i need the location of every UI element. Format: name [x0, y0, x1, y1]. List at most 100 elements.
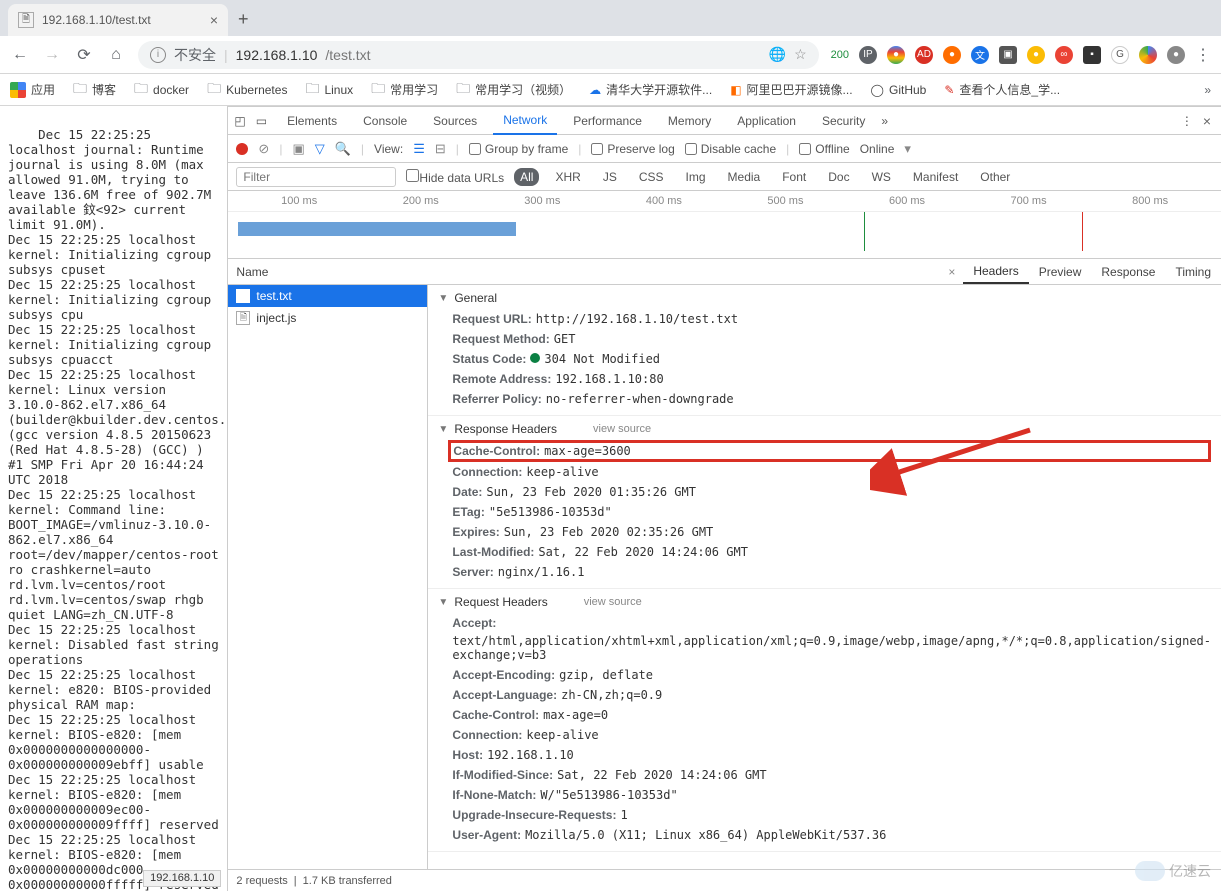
translate-icon[interactable]: 🌐 [769, 46, 786, 63]
clear-button[interactable]: ⊘ [258, 141, 269, 157]
star-icon[interactable]: ☆ [794, 46, 807, 63]
tab-network[interactable]: Network [493, 107, 557, 135]
record-button[interactable] [236, 143, 248, 155]
tab-console[interactable]: Console [353, 108, 417, 134]
filter-ws[interactable]: WS [866, 168, 897, 186]
hide-data-urls-checkbox[interactable]: Hide data URLs [406, 169, 504, 185]
filter-input[interactable] [236, 167, 396, 187]
overflow-icon[interactable]: » [1204, 83, 1211, 97]
filter-other[interactable]: Other [974, 168, 1016, 186]
ext-icon[interactable]: ● [943, 46, 961, 64]
filter-all[interactable]: All [514, 168, 539, 186]
bookmark-item[interactable]: 🗀博客 [73, 78, 116, 102]
ext-icon[interactable]: ● [1167, 46, 1185, 64]
network-timeline[interactable]: 100 ms 200 ms 300 ms 400 ms 500 ms 600 m… [228, 191, 1221, 259]
home-button[interactable]: ⌂ [106, 46, 126, 64]
extensions: 200 IP ● AD ● 文 ▣ ● ∞ ▪ G ● ⋮ [831, 45, 1211, 65]
bookmark-item[interactable]: ☁清华大学开源软件... [589, 81, 712, 98]
preserve-log-checkbox[interactable]: Preserve log [591, 142, 674, 156]
request-row-testtxt[interactable]: 🗎 test.txt [228, 285, 427, 307]
ext-icon[interactable]: AD [915, 46, 933, 64]
tab-elements[interactable]: Elements [277, 108, 347, 134]
filter-font[interactable]: Font [776, 168, 812, 186]
bookmark-item[interactable]: ◧阿里巴巴开源镜像... [730, 81, 852, 98]
menu-icon[interactable]: ⋮ [1195, 45, 1211, 65]
ext-icon[interactable] [1139, 46, 1157, 64]
devtools-header: ◰ ▭ Elements Console Sources Network Per… [228, 107, 1221, 135]
close-devtools-button[interactable]: × [1199, 113, 1215, 129]
inspect-icon[interactable]: ◰ [234, 114, 245, 128]
device-icon[interactable]: ▭ [256, 114, 267, 128]
request-headers-header[interactable]: ▼Request Headersview source [438, 595, 1211, 609]
page-icon: 🗎 [18, 12, 34, 28]
filter-manifest[interactable]: Manifest [907, 168, 964, 186]
filter-css[interactable]: CSS [633, 168, 670, 186]
chevron-down-icon[interactable]: ▾ [904, 141, 911, 157]
filter-icon[interactable]: ▽ [315, 141, 325, 157]
view-source-link[interactable]: view source [584, 596, 642, 608]
offline-checkbox[interactable]: Offline [799, 142, 849, 156]
ext-icon[interactable]: 文 [971, 46, 989, 64]
search-icon[interactable]: 🔍 [335, 141, 351, 157]
tab-memory[interactable]: Memory [658, 108, 721, 134]
filter-js[interactable]: JS [597, 168, 623, 186]
close-icon[interactable]: × [210, 12, 218, 28]
settings-icon[interactable]: ⋮ [1181, 114, 1193, 128]
info-icon[interactable]: i [150, 47, 166, 63]
apps-button[interactable]: 应用 [10, 81, 55, 98]
security-warn: 不安全 [174, 45, 216, 65]
request-row-injectjs[interactable]: 🗎 inject.js [228, 307, 427, 329]
bookmark-item[interactable]: 🗀Linux [305, 78, 353, 102]
view-source-link[interactable]: view source [593, 423, 651, 435]
headers-tab[interactable]: Headers [963, 260, 1028, 284]
bookmark-item[interactable]: 🗀常用学习 [371, 78, 438, 102]
bookmark-item[interactable]: ◯GitHub [871, 83, 927, 97]
screenshot-icon[interactable]: ▣ [292, 141, 304, 157]
filter-doc[interactable]: Doc [822, 168, 855, 186]
filter-xhr[interactable]: XHR [549, 168, 586, 186]
browser-tab[interactable]: 🗎 192.168.1.10/test.txt × [8, 4, 228, 36]
cache-control-highlight: Cache-Control:max-age=3600 [448, 440, 1211, 462]
response-tab[interactable]: Response [1091, 261, 1165, 283]
response-headers-header[interactable]: ▼Response Headersview source [438, 422, 1211, 436]
filter-media[interactable]: Media [722, 168, 767, 186]
new-tab-button[interactable]: + [238, 9, 249, 30]
ext-icon[interactable]: ▣ [999, 46, 1017, 64]
timing-tab[interactable]: Timing [1165, 261, 1221, 283]
address-field[interactable]: i 不安全 | 192.168.1.10/test.txt 🌐 ☆ [138, 41, 819, 69]
ext-icon[interactable]: ∞ [1055, 46, 1073, 64]
bookmark-item[interactable]: 🗀Kubernetes [207, 78, 287, 102]
filter-bar: Hide data URLs All XHR JS CSS Img Media … [228, 163, 1221, 191]
bookmarks-bar: 应用 🗀博客 🗀docker 🗀Kubernetes 🗀Linux 🗀常用学习 … [0, 74, 1221, 106]
ext-icon[interactable]: ● [887, 46, 905, 64]
back-button[interactable]: ← [10, 46, 30, 64]
tab-security[interactable]: Security [812, 108, 875, 134]
ext-icon[interactable]: ● [1027, 46, 1045, 64]
reload-button[interactable]: ⟳ [74, 45, 94, 65]
request-list: 🗎 test.txt 🗎 inject.js [228, 285, 428, 869]
name-header[interactable]: Name [228, 265, 428, 279]
general-section-header[interactable]: ▼General [438, 291, 1211, 305]
ext-icon[interactable]: ▪ [1083, 46, 1101, 64]
group-by-frame-checkbox[interactable]: Group by frame [469, 142, 568, 156]
ext-icon[interactable]: IP [859, 46, 877, 64]
more-tabs-icon[interactable]: » [881, 114, 888, 128]
view-label: View: [374, 142, 403, 156]
bookmark-item[interactable]: 🗀docker [134, 78, 189, 102]
ext-icon[interactable]: G [1111, 46, 1129, 64]
ext-badge[interactable]: 200 [831, 49, 849, 61]
tab-sources[interactable]: Sources [423, 108, 487, 134]
close-details-icon[interactable]: × [940, 265, 963, 279]
tab-performance[interactable]: Performance [563, 108, 652, 134]
waterfall-icon[interactable]: ⊟ [435, 141, 446, 157]
preview-tab[interactable]: Preview [1029, 261, 1092, 283]
forward-button[interactable]: → [42, 46, 62, 64]
folder-icon: 🗀 [207, 78, 221, 102]
tab-application[interactable]: Application [727, 108, 806, 134]
bookmark-item[interactable]: ✎查看个人信息_学... [944, 81, 1060, 98]
bookmark-item[interactable]: 🗀常用学习（视频） [456, 78, 571, 102]
disable-cache-checkbox[interactable]: Disable cache [685, 142, 776, 156]
throttle-select[interactable]: Online [860, 142, 895, 156]
large-rows-icon[interactable]: ☰ [413, 141, 425, 157]
filter-img[interactable]: Img [680, 168, 712, 186]
